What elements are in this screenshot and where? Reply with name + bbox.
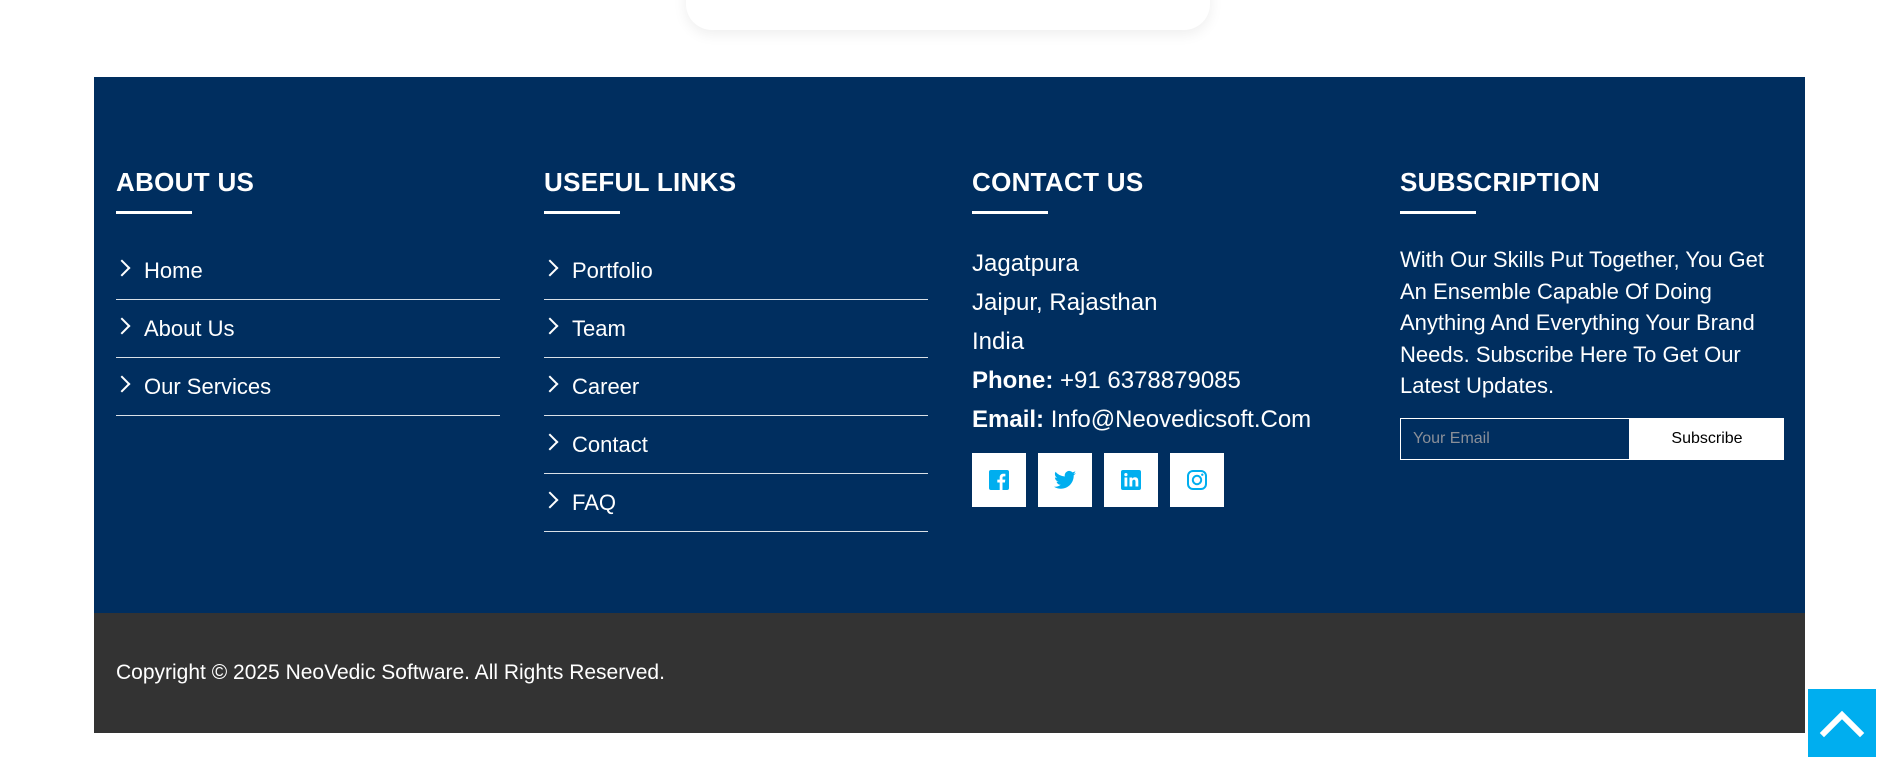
about-heading: ABOUT US <box>116 167 255 197</box>
contact-heading-underline <box>972 211 1048 214</box>
footer-link-contact[interactable]: Contact <box>541 416 928 474</box>
facebook-button[interactable] <box>972 453 1026 507</box>
twitter-icon <box>1054 470 1076 489</box>
footer-about-section: ABOUT US Home About Us Our Services <box>113 165 500 416</box>
chevron-right-icon <box>541 259 559 276</box>
subscription-heading: SUBSCRIPTION <box>1400 167 1601 197</box>
footer-link-label: Career <box>572 373 640 399</box>
footer-subscription-section: SUBSCRIPTION With Our Skills Put Togethe… <box>1400 165 1784 460</box>
about-heading-underline <box>116 211 192 214</box>
email-label: Email: <box>972 406 1045 433</box>
contact-details: Jagatpura Jaipur, Rajasthan India Phone:… <box>972 244 1356 439</box>
instagram-icon <box>1187 470 1207 490</box>
footer-link-label: Team <box>572 315 626 341</box>
chevron-right-icon <box>113 317 131 334</box>
footer-link-portfolio[interactable]: Portfolio <box>541 242 928 300</box>
copyright-text: Copyright © 2025 NeoVedic Software. All … <box>116 661 665 684</box>
chevron-up-icon <box>1819 710 1865 738</box>
chevron-right-icon <box>113 375 131 392</box>
address-line-3: India <box>972 328 1025 355</box>
useful-link-list: Portfolio Team Career Contact FAQ <box>541 242 928 532</box>
about-link-list: Home About Us Our Services <box>113 242 500 416</box>
email-line: Email: Info@Neovedicsoft.Com <box>972 400 1356 439</box>
chevron-right-icon <box>113 259 131 276</box>
subscription-description: With Our Skills Put Together, You Get An… <box>1400 247 1765 398</box>
twitter-button[interactable] <box>1038 453 1092 507</box>
address-line-1: Jagatpura <box>972 250 1079 277</box>
footer-link-label: About Us <box>144 315 235 341</box>
site-footer: ABOUT US Home About Us Our Services USEF… <box>94 77 1805 613</box>
footer-link-home[interactable]: Home <box>113 242 500 300</box>
useful-links-heading: USEFUL LINKS <box>544 167 737 197</box>
instagram-button[interactable] <box>1170 453 1224 507</box>
footer-useful-links-section: USEFUL LINKS Portfolio Team Career Conta… <box>541 165 928 532</box>
footer-link-label: FAQ <box>572 489 617 515</box>
footer-link-team[interactable]: Team <box>541 300 928 358</box>
linkedin-icon <box>1121 470 1141 490</box>
subscription-form: Subscribe <box>1400 417 1784 460</box>
scroll-to-top-button[interactable] <box>1808 689 1876 757</box>
facebook-icon <box>989 470 1009 490</box>
chevron-right-icon <box>541 433 559 450</box>
useful-links-heading-underline <box>544 211 620 214</box>
footer-link-about-us[interactable]: About Us <box>113 300 500 358</box>
footer-link-label: Our Services <box>144 373 272 399</box>
footer-contact-section: CONTACT US Jagatpura Jaipur, Rajasthan I… <box>972 165 1356 507</box>
contact-heading: CONTACT US <box>972 167 1144 197</box>
content-card-bottom-edge <box>686 0 1210 30</box>
footer-link-label: Portfolio <box>572 257 653 283</box>
phone-value[interactable]: +91 6378879085 <box>1060 367 1241 394</box>
chevron-right-icon <box>541 375 559 392</box>
chevron-right-icon <box>541 491 559 508</box>
footer-link-label: Home <box>144 257 203 283</box>
email-input[interactable] <box>1400 417 1630 460</box>
linkedin-button[interactable] <box>1104 453 1158 507</box>
footer-bottom-bar: Copyright © 2025 NeoVedic Software. All … <box>94 613 1805 733</box>
footer-link-label: Contact <box>572 431 648 457</box>
phone-line: Phone: +91 6378879085 <box>972 361 1356 400</box>
chevron-right-icon <box>541 317 559 334</box>
address-line-2: Jaipur, Rajasthan <box>972 289 1158 316</box>
phone-label: Phone: <box>972 367 1054 394</box>
subscribe-button[interactable]: Subscribe <box>1630 417 1784 460</box>
footer-link-career[interactable]: Career <box>541 358 928 416</box>
subscription-heading-underline <box>1400 211 1476 214</box>
email-value[interactable]: Info@Neovedicsoft.Com <box>1051 406 1311 433</box>
footer-link-faq[interactable]: FAQ <box>541 474 928 532</box>
footer-link-our-services[interactable]: Our Services <box>113 358 500 416</box>
social-links <box>972 453 1356 507</box>
